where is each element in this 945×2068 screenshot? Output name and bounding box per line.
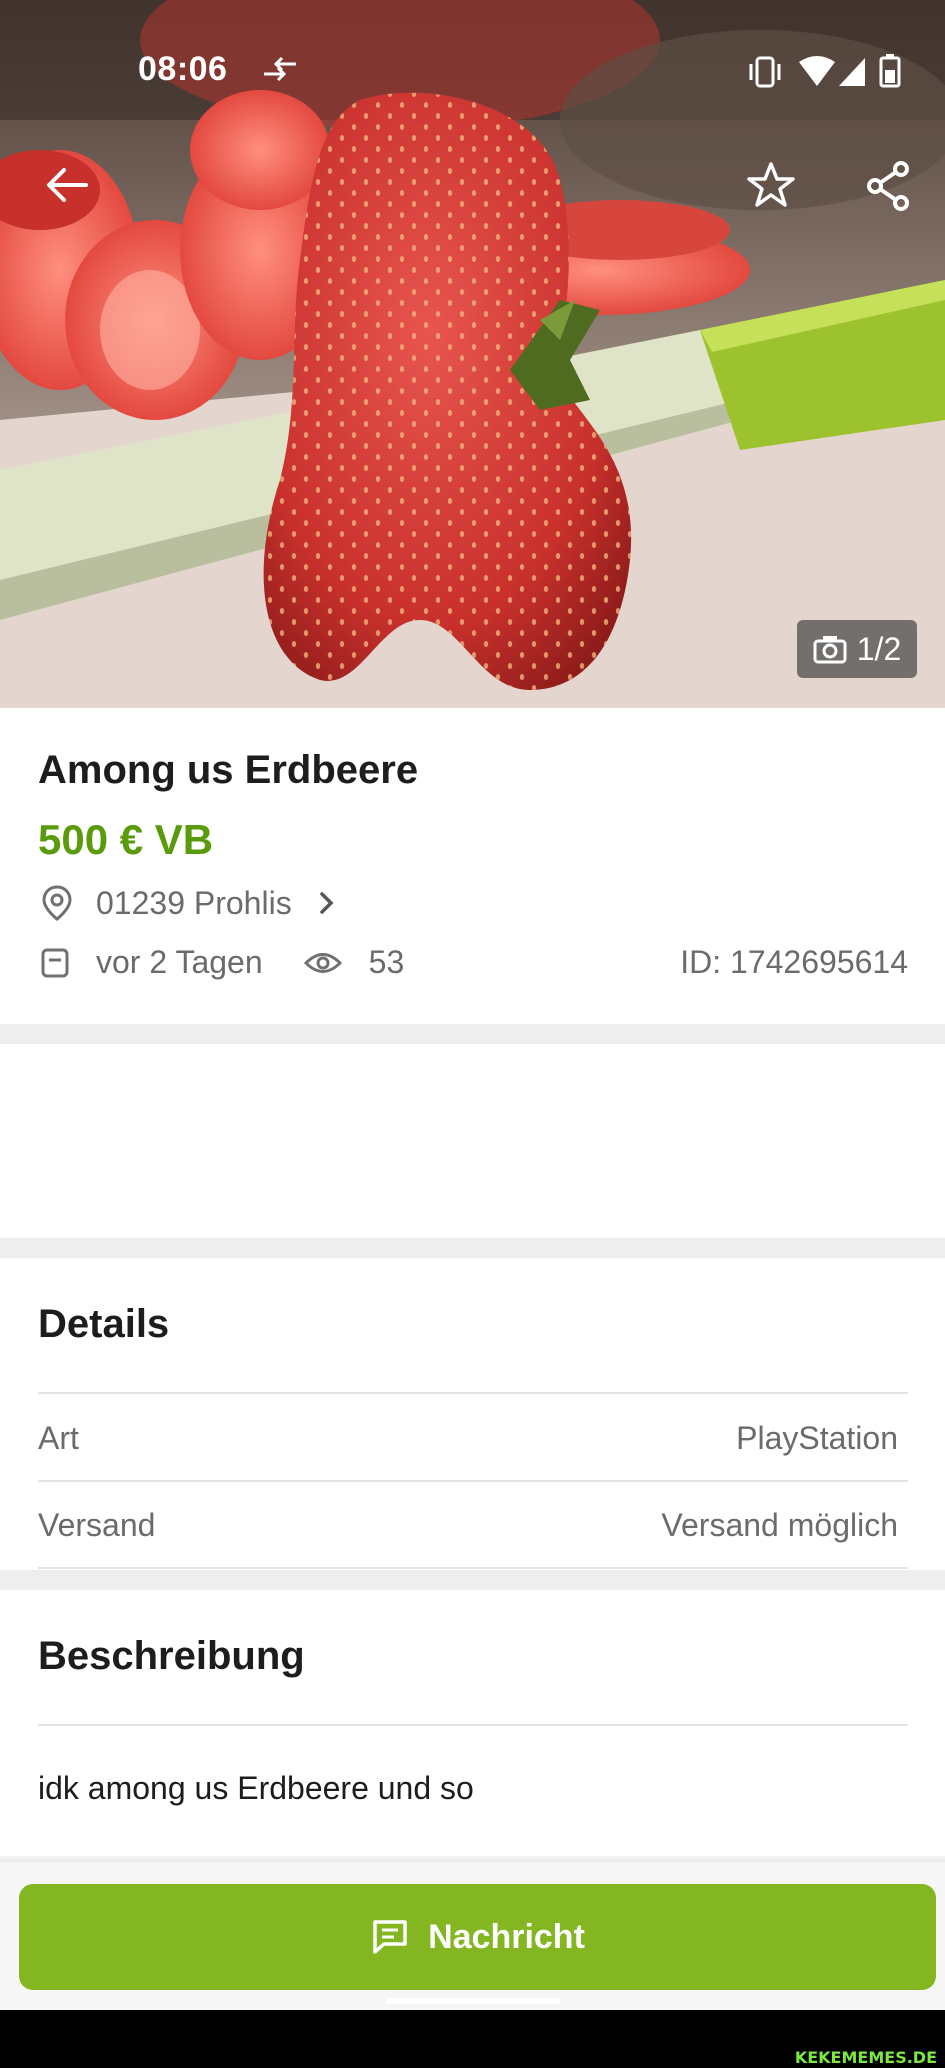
detail-value: PlayStation [736,1420,898,1456]
message-button[interactable]: Nachricht [19,1884,936,1990]
divider [38,1567,908,1569]
detail-label: Versand [38,1507,156,1543]
home-gesture-pill[interactable] [386,1998,560,2004]
calendar-icon [41,948,69,977]
chat-message-icon [373,1920,407,1954]
eye-views-icon [303,952,342,973]
detail-row: Art PlayStation [38,1420,898,1457]
location-text: 01239 Prohlis [96,884,292,921]
view-count: 53 [368,944,405,980]
strawberry-photo [0,0,945,708]
listing-title: Among us Erdbeere [38,748,419,792]
section-divider [0,1024,945,1044]
signal-icon [839,58,865,86]
chevron-right-icon [319,892,334,914]
divider [38,1480,908,1482]
back-arrow-icon[interactable] [42,160,92,210]
detail-label: Art [38,1420,79,1456]
posted-date: vor 2 Tagen [96,944,263,980]
camera-icon [813,636,847,664]
share-icon[interactable] [863,160,913,212]
star-favorite-icon[interactable] [745,160,797,210]
description-heading: Beschreibung [38,1634,305,1678]
data-transfer-icon [264,56,296,82]
message-button-label: Nachricht [428,1917,585,1956]
detail-row: Versand Versand möglich [38,1507,898,1544]
description-text: idk among us Erdbeere und so [38,1770,474,1806]
battery-icon [879,54,901,88]
section-divider [0,1570,945,1590]
listing-price: 500 € VB [38,816,214,863]
watermark: KEKEMEMES.DE [794,2048,937,2067]
section-divider [0,1238,945,1258]
listing-id: ID: 1742695614 [680,944,908,980]
location-pin-icon [42,885,72,921]
photo-counter-text: 1/2 [856,630,902,667]
location-link[interactable]: 01239 Prohlis [38,884,342,922]
vibrate-icon [749,56,781,88]
divider [38,1392,908,1394]
wifi-icon [799,56,835,86]
listing-meta: vor 2 Tagen 53 ID: 1742695614 [38,944,908,981]
status-time: 08:06 [138,50,228,88]
detail-value: Versand möglich [661,1507,898,1543]
photo-counter[interactable]: 1/2 [797,620,917,678]
listing-photo[interactable]: 08:06 1/2 [0,0,945,708]
status-bar: 08:06 [0,40,945,100]
details-heading: Details [38,1302,170,1346]
divider [38,1724,908,1726]
